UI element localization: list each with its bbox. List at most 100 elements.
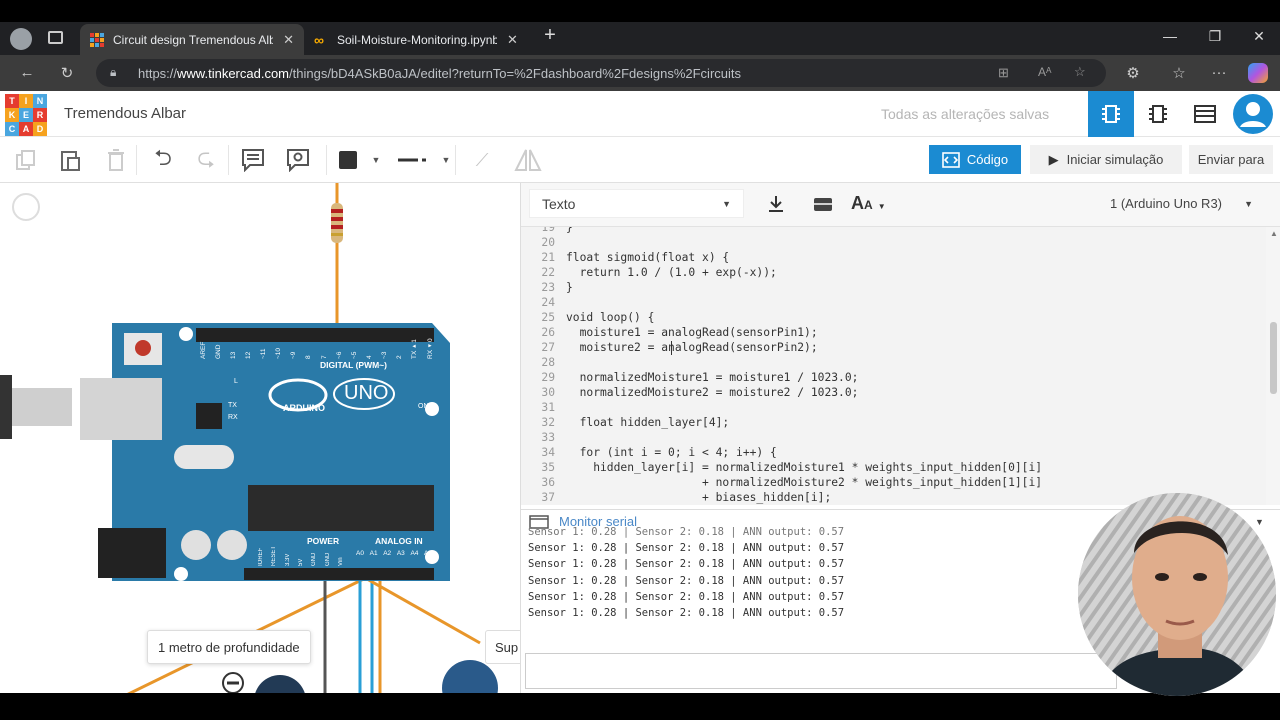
pin-label: 4 [365, 355, 373, 359]
circuit-view-button[interactable] [1088, 91, 1134, 137]
pin-label: Vin [337, 557, 344, 566]
line-number: 22 [541, 266, 555, 279]
digital-pin-labels: AREF GND 13 12 ~11 ~10 ~9 8 7 ~6 ~5 4 ~3… [200, 338, 435, 359]
on-led-label: ON [418, 403, 429, 410]
paste-icon[interactable] [56, 147, 84, 173]
tab-actions-icon[interactable] [48, 31, 63, 44]
color-dropdown-icon[interactable]: ▼ [362, 147, 390, 173]
restore-icon[interactable]: ❐ [1200, 28, 1230, 45]
analog-pin-labels: A0 A1 A2 A3 A4 A5 [356, 550, 432, 564]
copy-icon[interactable] [12, 147, 40, 173]
redo-icon[interactable]: ⮎ [192, 145, 220, 173]
code-mode-value: Texto [542, 195, 576, 212]
start-simulation-button[interactable]: ▶ Iniciar simulação [1030, 145, 1182, 174]
extensions-icon[interactable]: ⚙ [1122, 64, 1144, 82]
design-name[interactable]: Tremendous Albar [64, 105, 186, 122]
code-line: + biases_hidden[i]; [566, 491, 832, 504]
annotations-toggle-icon[interactable] [284, 147, 312, 173]
read-aloud-icon[interactable]: Aᴬ [1038, 65, 1051, 79]
back-icon[interactable]: ← [16, 64, 38, 81]
undo-icon[interactable]: ⮌ [149, 145, 177, 173]
logo-letter: K [5, 108, 19, 122]
board-select-value: 1 (Arduino Uno R3) [1110, 196, 1222, 211]
libraries-icon[interactable] [813, 195, 833, 218]
tab-title: Soil-Moisture-Monitoring.ipynb [337, 32, 497, 47]
circuit-canvas[interactable]: ARDUINO UNO DIGITAL (PWM~) POWER ANALOG … [0, 183, 520, 693]
notes-icon[interactable] [239, 147, 267, 173]
schematic-view-button[interactable] [1135, 91, 1181, 137]
line-number: 28 [541, 356, 555, 369]
tinkercad-logo[interactable]: T I N K E R C A D [5, 94, 47, 136]
scroll-up-icon[interactable]: ▲ [1270, 229, 1278, 238]
annotation-label[interactable]: 1 metro de profundidade [147, 630, 311, 664]
analog-pins-label: ANALOG IN [375, 536, 423, 546]
logo-letter: E [19, 108, 33, 122]
code-line: normalizedMoisture2 = moisture2 / 1023.0… [566, 386, 859, 399]
pin-label: RESET [271, 545, 278, 566]
favorite-star-icon[interactable]: ☆ [1074, 64, 1086, 80]
code-line: normalizedMoisture1 = moisture1 / 1023.0… [566, 371, 859, 384]
code-scrollbar[interactable]: ▲ [1266, 227, 1280, 505]
pin-label: 13 [230, 351, 238, 359]
pin-label: ~10 [275, 347, 283, 359]
font-size-icon[interactable]: AA ▼ [851, 193, 886, 214]
schematic-icon [1149, 105, 1167, 123]
profile-avatar[interactable] [10, 28, 32, 50]
lock-icon: 🔒︎ [110, 65, 117, 79]
serial-input-field[interactable] [525, 653, 1117, 689]
component-list-button[interactable] [1182, 91, 1228, 137]
board-brand-text: ARDUINO [283, 403, 325, 413]
rotate-icon[interactable]: ⟋ [468, 147, 496, 173]
user-avatar[interactable] [1230, 91, 1276, 137]
color-picker[interactable] [334, 147, 362, 173]
scrollbar-thumb[interactable] [1270, 322, 1277, 394]
code-line: moisture2 = analogRead(sensorPin2); [566, 341, 818, 354]
wire-type-picker[interactable] [398, 147, 426, 173]
close-window-icon[interactable]: ✕ [1244, 28, 1274, 45]
close-tab-icon[interactable]: ✕ [507, 32, 518, 48]
code-icon [942, 151, 960, 168]
simulate-label: Iniciar simulação [1066, 152, 1164, 167]
pin-label: GND [324, 552, 331, 566]
pin-label: A1 [369, 550, 378, 557]
app-available-icon[interactable]: ⊞ [998, 65, 1009, 81]
minimize-icon[interactable]: — [1155, 28, 1185, 44]
code-editor[interactable]: 19} 20 21 float sigmoid(float x) {22 return… [521, 227, 1266, 505]
play-icon: ▶ [1048, 151, 1059, 167]
board-select[interactable]: 1 (Arduino Uno R3) ▼ [1099, 189, 1269, 218]
tinkercad-header: T I N K E R C A D Tremendous Albar Todas… [0, 91, 1280, 137]
reload-icon[interactable]: ↻ [56, 64, 78, 82]
copilot-icon[interactable] [1248, 63, 1268, 83]
serial-line: Sensor 1: 0.28 | Sensor 2: 0.18 | ANN ou… [528, 607, 845, 619]
tab-notebook[interactable]: ∞ Soil-Moisture-Monitoring.ipynb ✕ [304, 24, 530, 55]
more-menu-icon[interactable]: ··· [1208, 64, 1230, 81]
pin-label: A2 [383, 550, 392, 557]
flip-icon[interactable] [514, 147, 542, 173]
logo-letter: N [33, 94, 47, 108]
line-number: 25 [541, 311, 555, 324]
download-icon[interactable] [767, 195, 785, 218]
delete-icon[interactable] [102, 147, 130, 173]
pin-label: A4 [410, 550, 419, 557]
code-mode-select[interactable]: Texto ▼ [529, 189, 744, 218]
favorites-icon[interactable]: ☆ [1168, 64, 1190, 82]
code-line: + normalizedMoisture2 * weights_input_hi… [566, 476, 1043, 489]
url-field[interactable]: 🔒︎ https://www.tinkercad.com/things/bD4A… [96, 59, 1106, 87]
new-tab-icon[interactable]: + [535, 24, 565, 47]
line-number: 26 [541, 326, 555, 339]
send-to-button[interactable]: Enviar para [1189, 145, 1273, 174]
chevron-down-icon[interactable]: ▼ [1255, 517, 1264, 527]
pin-label: A0 [356, 550, 364, 557]
pin-label: IOREF [258, 547, 264, 566]
pin-label: ~6 [335, 351, 343, 359]
code-line: float sigmoid(float x) { [566, 251, 730, 264]
annotation-label[interactable]: Sup [485, 630, 520, 664]
editor-toolbar: ⮌ ⮎ ▼ ▼ ⟋ Código ▶ Iniciar simulação Env… [0, 137, 1280, 183]
code-button[interactable]: Código [929, 145, 1021, 174]
circuit-drawing [0, 183, 498, 693]
screen: Circuit design Tremendous Albar ✕ ∞ Soil… [0, 0, 1280, 720]
close-tab-icon[interactable]: ✕ [283, 32, 294, 48]
tab-circuit-design[interactable]: Circuit design Tremendous Albar ✕ [80, 24, 304, 55]
code-line: hidden_layer[i] = normalizedMoisture1 * … [566, 461, 1043, 474]
code-line: for (int i = 0; i < 4; i++) { [566, 446, 777, 459]
